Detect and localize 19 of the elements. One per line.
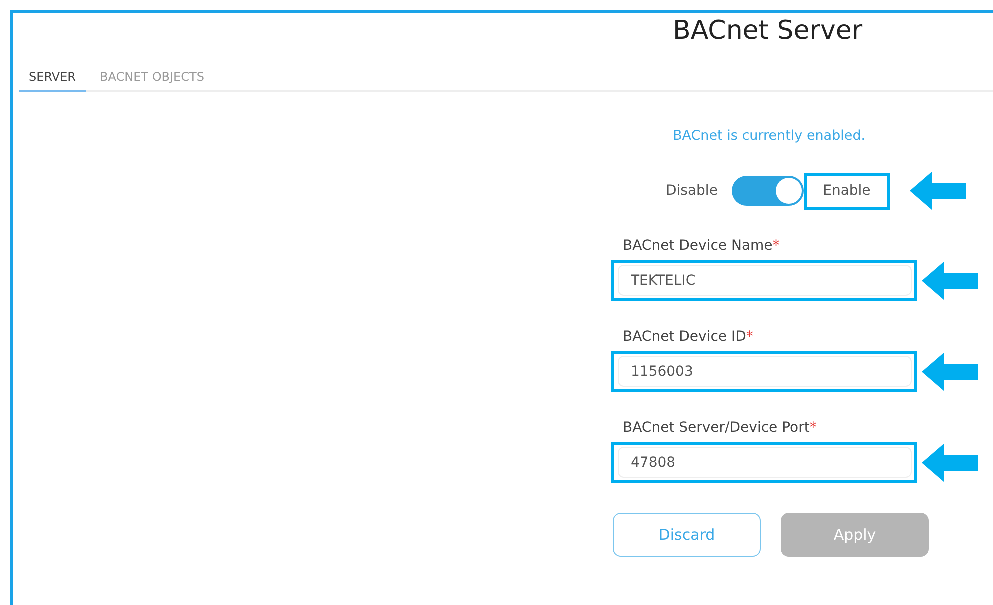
- arrow-icon: [910, 172, 966, 210]
- arrow-icon: [922, 262, 978, 300]
- input-field[interactable]: 1156003: [618, 356, 912, 387]
- input-field[interactable]: TEKTELIC: [618, 265, 912, 296]
- arrow-icon: [922, 352, 978, 390]
- input-field[interactable]: 47808: [618, 447, 912, 478]
- required-mark: *: [772, 238, 780, 254]
- field-label: BACnet Server/Device Port: [623, 420, 810, 436]
- required-mark: *: [746, 329, 754, 345]
- tab[interactable]: SERVER: [19, 66, 86, 92]
- toggle-label: Disable: [666, 183, 718, 199]
- required-mark: *: [810, 420, 817, 436]
- toggle-label: Enable: [804, 172, 890, 210]
- field-label: BACnet Device Name: [623, 238, 773, 254]
- toggle-switch[interactable]: [732, 176, 804, 206]
- page-title: BACnet Server: [673, 16, 863, 46]
- arrow-icon: [922, 444, 978, 482]
- field-label: BACnet Device ID: [623, 329, 746, 345]
- status-message: BACnet is currently enabled.: [673, 128, 867, 144]
